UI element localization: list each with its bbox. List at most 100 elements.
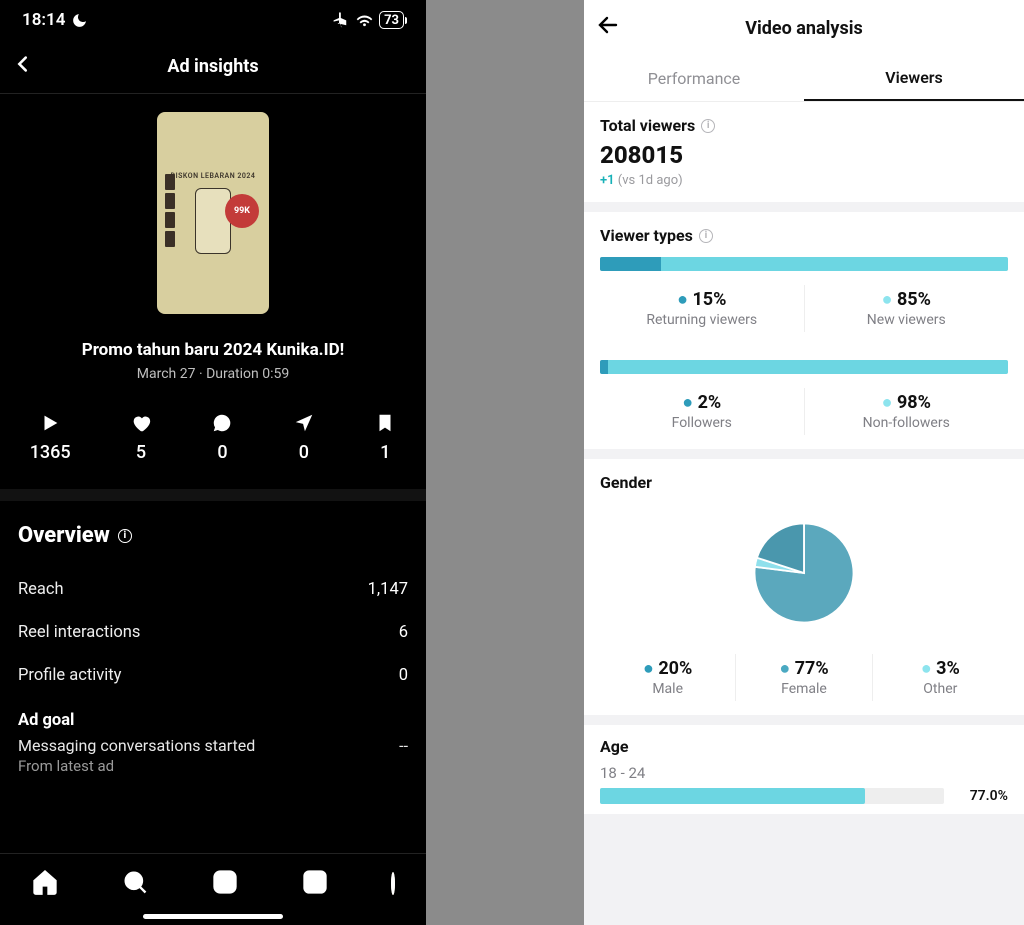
stat-shares-value: 0	[299, 442, 309, 463]
home-indicator	[143, 914, 283, 919]
gender-section: Gender ● 20% Male ● 77% Female ● 3% Othe…	[584, 459, 1024, 715]
returning-vs-new-labels: ● 15% Returning viewers ● 85% New viewer…	[600, 285, 1008, 332]
comment-icon	[211, 412, 233, 434]
info-icon[interactable]: i	[701, 119, 715, 133]
nav-reels[interactable]	[301, 868, 329, 900]
overview-label: Reel interactions	[18, 623, 140, 642]
total-viewers-delta: +1 (vs 1d ago)	[600, 173, 1008, 188]
bookmark-icon	[374, 412, 396, 434]
post-title: Promo tahun baru 2024 Kunika.ID!	[0, 340, 426, 360]
search-icon	[121, 868, 149, 896]
overview-value: 1,147	[368, 580, 408, 599]
stat-likes-value: 5	[136, 442, 146, 463]
total-viewers-section: Total viewers i 208015 +1 (vs 1d ago)	[584, 102, 1024, 202]
reels-icon	[301, 868, 329, 896]
nav-search[interactable]	[121, 868, 149, 900]
age-section: Age 18 - 24 77.0%	[584, 725, 1024, 814]
airplane-icon	[333, 12, 350, 29]
age-bar	[600, 788, 944, 804]
plus-square-icon	[211, 868, 239, 896]
gender-title: Gender	[600, 473, 652, 492]
new-viewers: ● 85% New viewers	[804, 285, 1009, 332]
overview-value: 6	[399, 623, 408, 642]
tiktok-analysis-screen: Video analysis Performance Viewers Total…	[584, 0, 1024, 925]
tab-viewers[interactable]: Viewers	[804, 56, 1024, 101]
ad-goal-from: From latest ad	[18, 757, 408, 775]
nav-create[interactable]	[211, 868, 239, 900]
thumb-sidebar-strip	[165, 174, 175, 247]
overview-row-profile-activity[interactable]: Profile activity 0	[18, 654, 408, 697]
screenshot-gap	[426, 0, 584, 925]
ad-goal-title: Ad goal	[18, 711, 408, 730]
overview-label: Profile activity	[18, 666, 121, 685]
total-viewers-title: Total viewers	[600, 116, 695, 135]
avatar	[391, 872, 395, 895]
price-badge: 99K	[225, 194, 259, 228]
returning-viewers: ● 15% Returning viewers	[600, 285, 804, 332]
ad-goal-sub: Messaging conversations started	[18, 736, 255, 755]
overview-row-interactions[interactable]: Reel interactions 6	[18, 611, 408, 654]
send-icon	[293, 412, 315, 434]
chevron-left-icon	[12, 53, 34, 75]
followers-vs-nonfollowers-bar	[600, 360, 1008, 374]
home-icon	[31, 868, 59, 896]
stat-saves-value: 1	[380, 442, 390, 463]
post-meta: March 27 · Duration 0:59	[0, 366, 426, 382]
overview-row-reach[interactable]: Reach 1,147	[18, 568, 408, 611]
instagram-insights-screen: 18:14 73 Ad insights DISKON LEBARAN 2024…	[0, 0, 426, 925]
followers: ● 2% Followers	[600, 388, 804, 435]
returning-vs-new-bar	[600, 257, 1008, 271]
tabs: Performance Viewers	[584, 56, 1024, 102]
nav-profile[interactable]	[391, 874, 395, 893]
pie-chart-icon	[739, 508, 869, 638]
followers-vs-nonfollowers-labels: ● 2% Followers ● 98% Non-followers	[600, 388, 1008, 435]
stat-saves[interactable]: 1	[374, 412, 396, 463]
overview-value: 0	[399, 666, 408, 685]
non-followers: ● 98% Non-followers	[804, 388, 1009, 435]
nav-home[interactable]	[31, 868, 59, 900]
info-icon[interactable]: i	[118, 529, 132, 543]
play-icon	[39, 412, 61, 434]
overview-label: Reach	[18, 580, 64, 599]
stat-shares[interactable]: 0	[293, 412, 315, 463]
gender-male: ● 20% Male	[600, 654, 735, 701]
viewer-types-section: Viewer types i ● 15% Returning viewers ●…	[584, 212, 1024, 449]
stat-likes[interactable]: 5	[130, 412, 152, 463]
gender-female: ● 77% Female	[735, 654, 871, 701]
stat-plays-value: 1365	[30, 442, 71, 463]
age-bucket-pct: 77.0%	[954, 788, 1008, 804]
age-bucket-label: 18 - 24	[600, 764, 1008, 782]
gender-pie	[600, 492, 1008, 646]
gender-legend: ● 20% Male ● 77% Female ● 3% Other	[600, 654, 1008, 701]
page-header: Ad insights	[0, 40, 426, 94]
back-button[interactable]	[596, 13, 620, 43]
moon-icon	[71, 12, 88, 29]
back-button[interactable]	[12, 52, 34, 82]
wifi-icon	[356, 12, 373, 29]
status-bar: 18:14 73	[0, 0, 426, 40]
thumb-phone-graphic	[195, 188, 231, 254]
status-time: 18:14	[22, 10, 65, 30]
overview-title: Overview	[18, 523, 110, 548]
engagement-stats: 1365 5 0 0 1	[0, 412, 426, 501]
viewer-types-title: Viewer types	[600, 226, 693, 245]
ad-goal-value: --	[399, 736, 408, 755]
age-title: Age	[584, 725, 1024, 756]
post-thumbnail[interactable]: DISKON LEBARAN 2024 99K	[157, 112, 269, 314]
info-icon[interactable]: i	[699, 229, 713, 243]
gender-other: ● 3% Other	[872, 654, 1008, 701]
overview-section: Overview i Reach 1,147 Reel interactions…	[0, 501, 426, 785]
page-title: Ad insights	[167, 56, 258, 77]
stat-comments[interactable]: 0	[211, 412, 233, 463]
stat-comments-value: 0	[217, 442, 227, 463]
page-header: Video analysis	[584, 0, 1024, 56]
page-title: Video analysis	[745, 18, 862, 39]
tab-performance[interactable]: Performance	[584, 56, 804, 101]
total-viewers-value: 208015	[600, 141, 1008, 169]
heart-icon	[130, 412, 152, 434]
stat-plays[interactable]: 1365	[30, 412, 71, 463]
post-thumbnail-area: DISKON LEBARAN 2024 99K	[0, 112, 426, 314]
battery-icon: 73	[379, 11, 404, 29]
arrow-left-icon	[596, 13, 620, 37]
thumb-headline: DISKON LEBARAN 2024	[171, 172, 256, 180]
